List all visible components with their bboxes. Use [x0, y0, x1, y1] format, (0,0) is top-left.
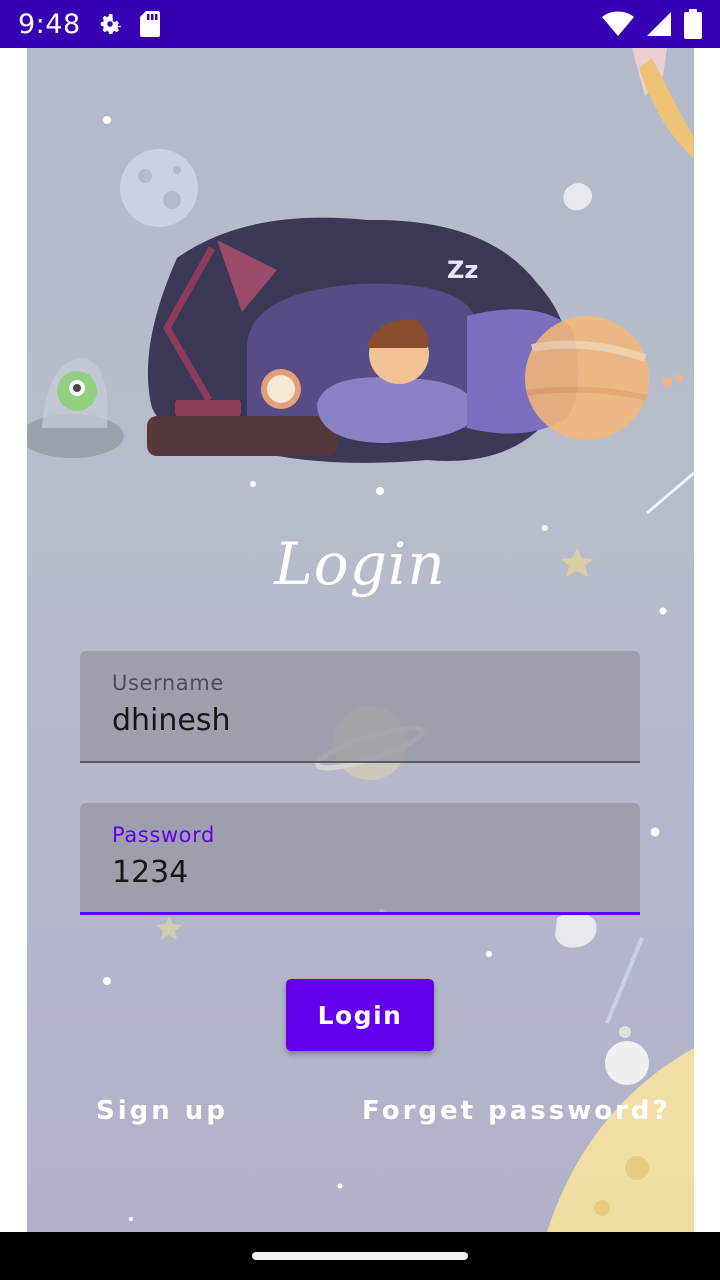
home-gesture-handle[interactable]: [252, 1252, 468, 1260]
sd-card-icon: [139, 11, 160, 37]
login-heading: Login: [274, 530, 446, 598]
background-illustration: Zz: [27, 48, 694, 1232]
svg-text:Zz: Zz: [447, 256, 478, 284]
battery-icon: [684, 9, 702, 39]
rocket-illustration: [632, 48, 694, 158]
settings-icon: [100, 14, 121, 34]
username-label: Username: [112, 671, 224, 695]
signal-icon: [647, 12, 671, 36]
password-label: Password: [112, 823, 215, 847]
alien-ufo-illustration: [27, 358, 124, 458]
username-input[interactable]: [112, 703, 612, 738]
password-input[interactable]: [112, 855, 612, 890]
app-background: Zz: [27, 48, 694, 1232]
robot-illustration: [605, 937, 649, 1085]
status-time: 9:48: [18, 8, 81, 40]
navigation-bar: [0, 1232, 720, 1280]
wifi-icon: [602, 11, 634, 36]
moon-illustration: [120, 149, 198, 227]
orange-planet-illustration: [525, 316, 649, 440]
forget-password-link[interactable]: Forget password?: [362, 1096, 671, 1126]
status-bar: 9:48: [0, 0, 720, 48]
sign-up-link[interactable]: Sign up: [96, 1096, 228, 1126]
sleeping-man-illustration: Zz: [147, 217, 579, 463]
password-field[interactable]: Password: [80, 803, 640, 915]
login-button[interactable]: Login: [286, 979, 434, 1051]
username-field[interactable]: Username: [80, 651, 640, 763]
